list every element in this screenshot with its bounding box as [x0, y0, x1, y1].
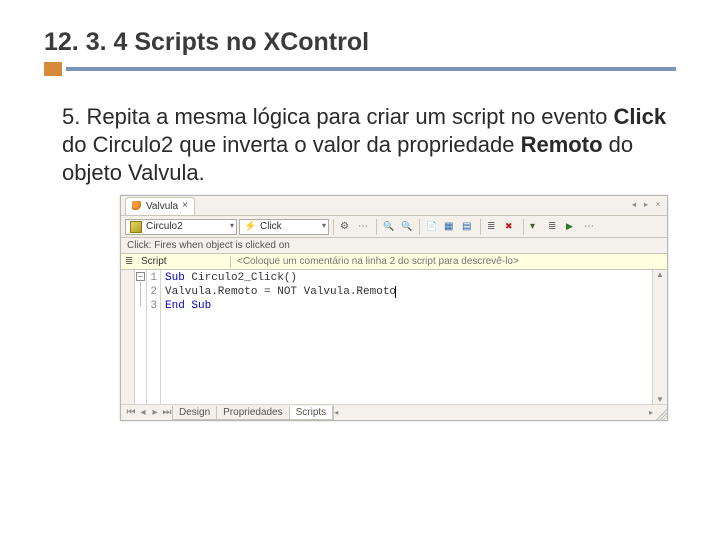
size-grip[interactable]	[653, 406, 667, 420]
tab-scripts[interactable]: Scripts	[289, 406, 334, 420]
heading-rule	[44, 61, 676, 77]
comment-row: Script	[121, 254, 667, 270]
toolbar-button-filter[interactable]	[528, 219, 544, 235]
document-tab-label: Valvula	[146, 201, 178, 212]
comment-input[interactable]	[235, 255, 663, 268]
lightning-icon	[244, 221, 256, 233]
marker-gutter	[121, 270, 135, 420]
document-tab-bar: Valvula × ◂ ▸ ×	[121, 196, 667, 216]
line-number-gutter: 1 2 3	[147, 270, 161, 420]
object-selector-combo[interactable]: Circulo2	[125, 219, 237, 235]
scroll-up-icon[interactable]: ▲	[656, 270, 664, 279]
code-text[interactable]: Sub Circulo2_Click() Valvula.Remoto = NO…	[161, 270, 667, 420]
tab-design[interactable]: Design	[172, 406, 217, 420]
tabbar-prev-button[interactable]: ◂	[629, 199, 639, 209]
script-editor-window: Valvula × ◂ ▸ × Circulo2 Click	[120, 195, 668, 421]
script-toolbar: Circulo2 Click	[121, 216, 667, 238]
event-description: Click: Fires when object is clicked on	[121, 238, 667, 254]
toolbar-button-find[interactable]	[381, 219, 397, 235]
toolbar-button-scroll[interactable]	[485, 219, 501, 235]
toolbar-button-run[interactable]	[564, 219, 580, 235]
tab-properties[interactable]: Propriedades	[216, 406, 289, 420]
fold-gutter[interactable]: −	[135, 270, 147, 420]
tabstrip-prev-icon[interactable]: ◂	[137, 407, 149, 418]
toolbar-button-block[interactable]	[442, 219, 458, 235]
horizontal-scrollbar[interactable]: ◂ ▸	[334, 405, 653, 420]
toolbar-button-misc[interactable]	[546, 219, 562, 235]
tabstrip-first-icon[interactable]: ⏮	[125, 407, 137, 418]
scroll-icon	[125, 256, 137, 268]
scroll-down-icon[interactable]: ▼	[656, 395, 664, 404]
close-icon[interactable]: ×	[182, 201, 188, 211]
bottom-tab-strip: ⏮ ◂ ▸ ⏭ Design Propriedades Scripts	[121, 405, 333, 420]
instruction-text: 5. Repita a mesma lógica para criar um s…	[44, 103, 676, 187]
document-tab-valvula[interactable]: Valvula ×	[125, 197, 195, 215]
cube-icon	[130, 221, 142, 233]
object-icon	[132, 201, 142, 211]
vertical-scrollbar[interactable]: ▲ ▼	[652, 270, 667, 404]
toolbar-button-replace[interactable]	[399, 219, 415, 235]
code-area[interactable]: − 1 2 3 Sub Circulo2_Click() Valvula.Rem…	[121, 270, 667, 420]
toolbar-button-doc[interactable]	[424, 219, 440, 235]
toolbar-button-1[interactable]	[338, 219, 354, 235]
event-selector-combo[interactable]: Click	[239, 219, 329, 235]
page-title: 12. 3. 4 Scripts no XControl	[44, 28, 369, 57]
tabbar-next-button[interactable]: ▸	[641, 199, 651, 209]
tabbar-close-button[interactable]: ×	[653, 199, 663, 209]
tabstrip-next-icon[interactable]: ▸	[149, 407, 161, 418]
comment-label: Script	[141, 256, 167, 267]
scroll-left-icon[interactable]: ◂	[334, 408, 338, 417]
toolbar-button-extra[interactable]	[582, 219, 598, 235]
toolbar-button-delete[interactable]	[503, 219, 519, 235]
toolbar-button-2[interactable]	[356, 219, 372, 235]
fold-minus-icon[interactable]: −	[136, 272, 145, 281]
toolbar-button-blocks[interactable]	[460, 219, 476, 235]
